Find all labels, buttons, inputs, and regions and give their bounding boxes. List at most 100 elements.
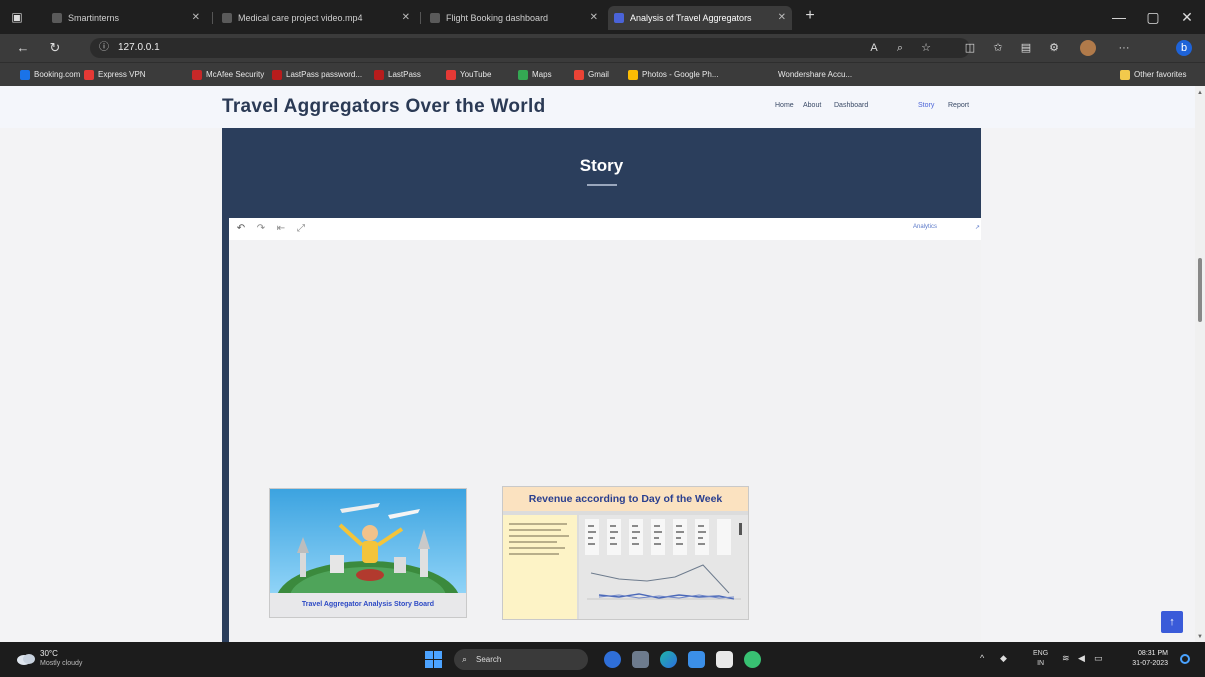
maximize-window-icon[interactable]: ▢ [1138,6,1168,28]
favorite-star-icon[interactable]: ☆ [918,40,934,56]
other-favorites-folder[interactable]: Other favorites [1120,68,1186,82]
tab-analysis-travel-aggregators[interactable]: Analysis of Travel Aggregators ✕ [608,6,792,30]
close-tab-icon[interactable]: ✕ [778,6,786,30]
bookmark-booking[interactable]: Booking.com [20,68,80,82]
maps-icon [518,70,528,80]
battery-icon[interactable]: ▭ [1094,653,1103,664]
input-language-indicator[interactable]: ENG IN [1033,649,1048,669]
back-arrow-icon[interactable]: ← [14,39,32,57]
minimize-window-icon[interactable]: — [1104,6,1134,28]
app-icon-5[interactable] [716,651,733,668]
bookmark-lastpass[interactable]: LastPass [374,68,421,82]
scroll-up-arrow-icon[interactable]: ▲ [1197,90,1203,96]
extensions-icon[interactable]: ⚙ [1046,40,1062,56]
tab-smartinterns[interactable]: Smartinterns ✕ [46,6,206,30]
refresh-icon[interactable]: ↻ [46,39,64,57]
tab-label: Smartinterns [68,13,120,23]
nav-story[interactable]: Story [918,102,934,109]
copilot-icon[interactable]: b [1176,40,1192,56]
favorites-icon[interactable]: ✩ [990,40,1006,56]
url-text: 127.0.0.1 [118,42,160,53]
scroll-down-arrow-icon[interactable]: ▼ [1197,634,1203,640]
nav-about[interactable]: About [803,102,821,109]
nav-dashboard[interactable]: Dashboard [834,102,868,109]
bookmark-expressvpn[interactable]: Express VPN [84,68,146,82]
undo-icon[interactable]: ↶ [235,222,247,236]
wifi-icon[interactable]: ≋ [1062,653,1070,664]
taskbar-search-box[interactable]: ⌕ Search [454,649,588,670]
mcafee-icon [192,70,202,80]
windows-start-icon[interactable] [425,651,442,668]
expand-icon[interactable]: ⤢ [295,222,307,236]
cloud-weather-icon[interactable] [16,650,36,666]
share-icon[interactable]: ↗ [975,224,980,231]
story-point-caption: Travel Aggregator Analysis Story Board [270,593,466,617]
close-tab-icon[interactable]: ✕ [192,6,200,30]
file-explorer-icon[interactable] [632,651,649,668]
bookmark-mcafee[interactable]: McAfee Security [192,68,264,82]
bookmark-google-photos[interactable]: Photos - Google Ph... [628,68,719,82]
volume-icon[interactable]: ◀ [1078,653,1085,664]
close-window-icon[interactable]: ✕ [1172,6,1202,28]
title-underline [587,184,617,186]
zoom-icon[interactable]: ⌕ [892,40,908,56]
close-tab-icon[interactable]: ✕ [590,6,598,30]
travel-illustration [270,489,466,593]
address-bar[interactable]: ⓘ 127.0.0.1 [90,38,970,58]
story-point-travel-aggregator[interactable]: Travel Aggregator Analysis Story Board [269,488,467,618]
scrollbar-thumb[interactable] [1198,258,1202,322]
tab-label: Medical care project video.mp4 [238,13,363,23]
read-aloud-icon[interactable]: A [866,40,882,56]
bookmark-lastpass-password[interactable]: LastPass password... [272,68,362,82]
app-icon-4[interactable] [688,651,705,668]
new-tab-button[interactable]: + [800,6,820,26]
browser-tab-strip: ▣ Smartinterns ✕ Medical care project vi… [0,0,1205,34]
notification-center-icon[interactable] [1180,654,1190,664]
system-clock[interactable]: 08:31 PM 31-07-2023 [1124,649,1168,669]
workspaces-icon[interactable]: ▣ [8,8,26,26]
bookmark-maps[interactable]: Maps [518,68,552,82]
site-info-icon[interactable]: ⓘ [99,38,109,58]
revert-icon[interactable]: ⇤ [275,222,287,236]
tab-favicon-icon [614,13,624,23]
more-menu-icon[interactable]: ··· [1116,40,1132,56]
web-page: Travel Aggregators Over the World Home A… [0,86,1195,642]
dashboard-filter-panel [503,515,577,619]
analytics-link[interactable]: Analytics [913,224,937,230]
photos-icon [628,70,638,80]
nav-report[interactable]: Report [948,102,969,109]
tab-medical-care-video[interactable]: Medical care project video.mp4 ✕ [216,6,416,30]
redo-icon[interactable]: ↷ [255,222,267,236]
whatsapp-icon[interactable] [744,651,761,668]
tab-favicon-icon [222,13,232,23]
tab-label: Flight Booking dashboard [446,13,549,23]
collections-icon[interactable]: ▤ [1018,40,1034,56]
tab-flight-booking-dashboard[interactable]: Flight Booking dashboard ✕ [424,6,604,30]
split-screen-icon[interactable]: ◫ [962,40,978,56]
back-to-top-button[interactable]: ↑ [1161,611,1183,633]
bookmark-youtube[interactable]: YouTube [446,68,491,82]
story-hero-banner: Story [222,128,981,216]
app-icon-1[interactable] [604,651,621,668]
nav-home[interactable]: Home [775,102,794,109]
story-point-revenue-day-of-week[interactable]: Revenue according to Day of the Week [502,486,749,620]
tray-app-icon[interactable]: ◆ [1000,653,1007,664]
page-scrollbar[interactable]: ▲ ▼ [1195,86,1205,642]
lastpass-icon [374,70,384,80]
booking-icon [20,70,30,80]
show-hidden-icons-chevron-icon[interactable]: ^ [980,653,984,663]
search-icon: ⌕ [462,654,468,664]
edge-browser-icon[interactable] [660,651,677,668]
bookmark-gmail[interactable]: Gmail [574,68,609,82]
profile-avatar[interactable] [1080,40,1096,56]
weather-description[interactable]: Mostly cloudy [40,660,82,667]
site-title: Travel Aggregators Over the World [222,96,546,117]
tab-separator [212,12,213,24]
weather-temperature[interactable]: 30°C [40,649,58,658]
story-canvas: ↶ ↷ ⇤ ⤢ Analytics ↗ Travel Aggregator An… [229,218,981,642]
tableau-story-embed: ↶ ↷ ⇤ ⤢ Analytics ↗ Travel Aggregator An… [222,216,981,642]
folder-icon [1120,70,1130,80]
close-tab-icon[interactable]: ✕ [402,6,410,30]
bookmark-wondershare[interactable]: Wondershare Accu... [768,68,852,82]
story-point-caption: Revenue according to Day of the Week [503,487,748,511]
